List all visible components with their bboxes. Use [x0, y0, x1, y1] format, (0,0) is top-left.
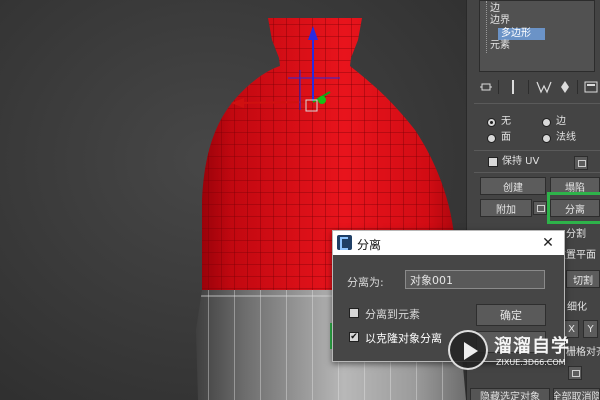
make-unique-icon[interactable]	[557, 77, 573, 97]
detach-as-clone-label: 以克隆对象分离	[365, 332, 442, 345]
create-button[interactable]: 创建	[480, 177, 546, 195]
modifier-stack-tree[interactable]: 边 边界 多边形 元素	[479, 0, 595, 72]
hide-selected-button[interactable]: 隐藏选定对象	[470, 388, 550, 400]
show-end-result-icon[interactable]	[534, 77, 554, 97]
pin-stack-icon[interactable]	[476, 77, 496, 97]
keep-uv-checkbox[interactable]	[488, 157, 498, 167]
unhide-all-button[interactable]: 全部取消隐	[553, 388, 600, 400]
detach-to-element-label: 分离到元素	[365, 308, 420, 321]
keep-uv-settings-button[interactable]	[574, 156, 588, 170]
split-label: 分割	[566, 229, 586, 240]
detach-as-clone-checkbox[interactable]	[349, 332, 359, 342]
highlight-detach-button	[547, 192, 600, 224]
panel-divider	[474, 150, 600, 151]
radio-face-label: 面	[501, 132, 511, 143]
detach-to-element-checkbox[interactable]	[349, 308, 359, 318]
tree-item-border[interactable]: 边界	[490, 15, 510, 27]
slice-button[interactable]: 切割	[566, 270, 600, 288]
tree-item-element[interactable]: 元素	[490, 40, 510, 52]
tree-item-polygon[interactable]: 多边形	[498, 28, 545, 40]
radio-normal[interactable]	[542, 134, 551, 143]
watermark-url: ZIXUE.3D66.COM	[496, 358, 566, 367]
watermark: 溜溜自学 ZIXUE.3D66.COM	[448, 328, 598, 376]
toolbar-separator	[577, 80, 578, 94]
watermark-text: 溜溜自学	[494, 336, 570, 357]
panel-divider	[474, 103, 600, 104]
radio-edge-label: 边	[556, 116, 566, 127]
toolbar-separator	[528, 80, 529, 94]
tree-connector-line	[486, 1, 487, 53]
ok-button[interactable]: 确定	[476, 304, 546, 326]
detach-as-label: 分离为:	[347, 276, 384, 289]
radio-face[interactable]	[487, 134, 496, 143]
modifier-bar-icon[interactable]	[504, 77, 522, 97]
toolbar-separator	[498, 80, 499, 94]
radio-none[interactable]	[487, 118, 496, 127]
dialog-title-bar[interactable]: 分离 ✕	[333, 231, 564, 255]
refine-label[interactable]: 细化	[567, 302, 587, 314]
radio-none-label: 无	[501, 116, 511, 127]
configure-sets-icon[interactable]	[582, 77, 600, 97]
panel-divider	[474, 172, 600, 173]
tree-item-edge[interactable]: 边	[490, 3, 500, 15]
radio-edge[interactable]	[542, 118, 551, 127]
close-icon[interactable]: ✕	[539, 234, 557, 252]
attach-button[interactable]: 附加	[480, 199, 532, 217]
detach-name-input[interactable]	[405, 270, 545, 289]
keep-uv-label: 保持 UV	[502, 156, 540, 167]
play-logo-icon	[448, 330, 488, 370]
app-logo-icon	[337, 235, 352, 250]
attach-list-button[interactable]	[533, 201, 547, 215]
radio-normal-label: 法线	[556, 132, 576, 143]
app-window: 边 边界 多边形 元素 无 边 面 法线 保持 UV 创建 塌陷 附加 分离 分…	[0, 0, 600, 400]
dialog-title: 分离	[357, 238, 382, 252]
